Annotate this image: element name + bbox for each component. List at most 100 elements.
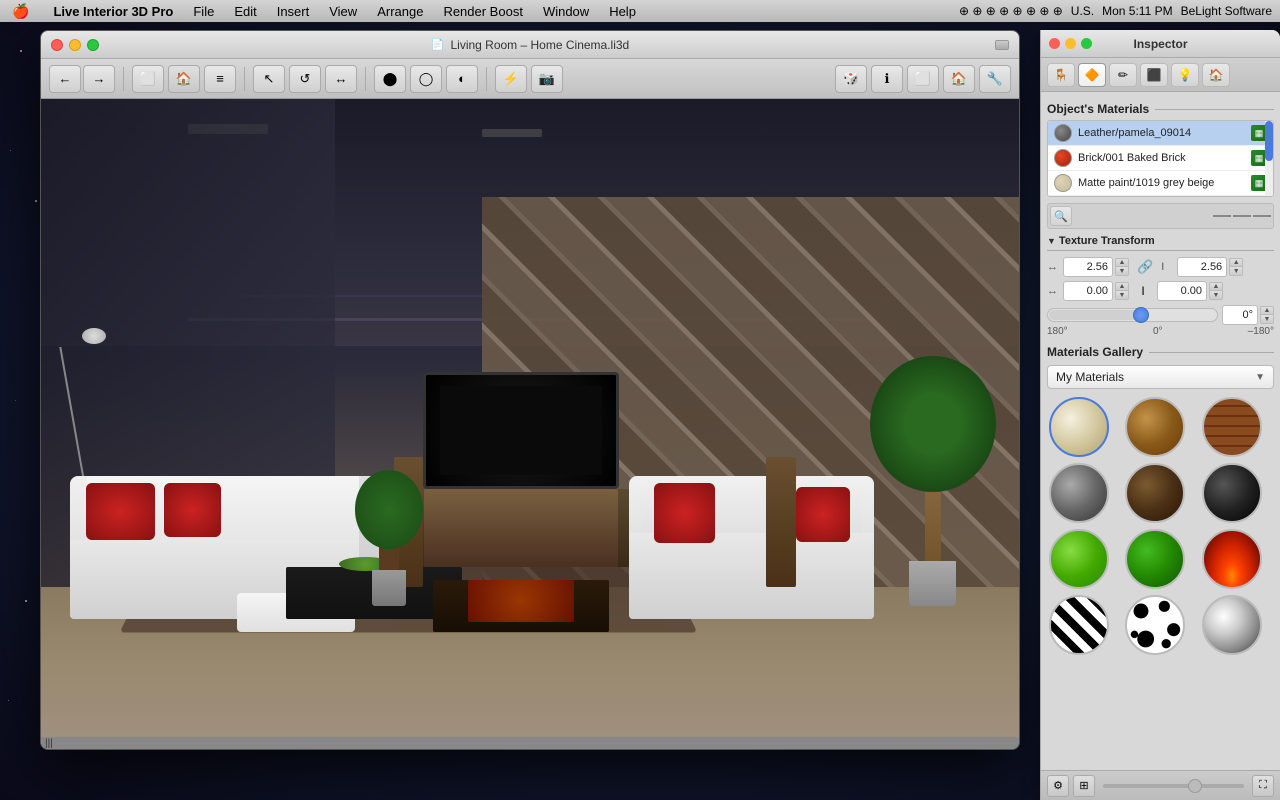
offset-y-increment[interactable]: ▲ bbox=[1209, 282, 1223, 291]
menu-bar: 🍎 Live Interior 3D Pro File Edit Insert … bbox=[0, 0, 1280, 22]
app-name[interactable]: Live Interior 3D Pro bbox=[49, 4, 177, 19]
tab-light[interactable]: 💡 bbox=[1171, 63, 1199, 87]
view-options bbox=[1213, 215, 1271, 217]
top-view-button[interactable]: ⬜ bbox=[907, 65, 939, 93]
angle-slider[interactable] bbox=[1047, 308, 1218, 322]
material-item-1[interactable]: Brick/001 Baked Brick ▦ bbox=[1048, 146, 1273, 171]
angle-decrement[interactable]: ▼ bbox=[1260, 315, 1274, 324]
material-item-2[interactable]: Matte paint/1019 grey beige ▦ bbox=[1048, 171, 1273, 196]
floor-plan-button[interactable]: ⬜ bbox=[132, 65, 164, 93]
width-decrement[interactable]: ▼ bbox=[1115, 267, 1129, 276]
link-icon[interactable]: 🔗 bbox=[1137, 259, 1153, 275]
info-button[interactable]: ℹ bbox=[871, 65, 903, 93]
sphere-fire[interactable] bbox=[1202, 529, 1262, 589]
render-boost-menu[interactable]: Render Boost bbox=[439, 4, 527, 19]
gallery-dropdown[interactable]: My Materials ▼ bbox=[1047, 365, 1274, 389]
file-icon: 📄 bbox=[431, 38, 445, 51]
sphere-zebra[interactable] bbox=[1049, 595, 1109, 655]
offset-x-stepper: ▲ ▼ bbox=[1115, 282, 1129, 300]
arrange-menu[interactable]: Arrange bbox=[373, 4, 427, 19]
settings-button[interactable]: 🔧 bbox=[979, 65, 1011, 93]
height-decrement[interactable]: ▼ bbox=[1229, 267, 1243, 276]
add-material-button[interactable]: ⚙ bbox=[1047, 775, 1069, 797]
sphere-green-bright[interactable] bbox=[1049, 529, 1109, 589]
size-slider-thumb[interactable] bbox=[1188, 779, 1202, 793]
offset-y-field[interactable] bbox=[1157, 281, 1207, 301]
move-tool[interactable]: ↔ bbox=[325, 65, 357, 93]
size-slider[interactable] bbox=[1103, 784, 1244, 788]
inspector-titlebar: Inspector bbox=[1041, 30, 1280, 58]
special-tool[interactable]: ⚡ bbox=[495, 65, 527, 93]
height-increment[interactable]: ▲ bbox=[1229, 258, 1243, 267]
sphere-wood[interactable] bbox=[1125, 397, 1185, 457]
offset-x-field[interactable] bbox=[1063, 281, 1113, 301]
materials-scrollbar[interactable] bbox=[1265, 121, 1273, 196]
inspector-title: Inspector bbox=[1133, 37, 1187, 51]
sphere-dark-wood[interactable] bbox=[1125, 463, 1185, 523]
fullscreen-button[interactable]: ⛶ bbox=[1252, 775, 1274, 797]
close-button[interactable] bbox=[51, 39, 63, 51]
sphere-brick-tex[interactable] bbox=[1202, 397, 1262, 457]
window-resize-handle[interactable] bbox=[995, 40, 1009, 50]
width-icon: ↔ bbox=[1047, 261, 1059, 273]
select-tool[interactable]: ↖ bbox=[253, 65, 285, 93]
offset-y-decrement[interactable]: ▼ bbox=[1209, 291, 1223, 300]
clock: Mon 5:11 PM bbox=[1102, 4, 1172, 18]
inspector-minimize[interactable] bbox=[1065, 38, 1076, 49]
inspector-zoom[interactable] bbox=[1081, 38, 1092, 49]
inspector-close[interactable] bbox=[1049, 38, 1060, 49]
minimize-button[interactable] bbox=[69, 39, 81, 51]
gallery-view-button[interactable]: ⊞ bbox=[1073, 775, 1095, 797]
nav-back-button[interactable]: ← bbox=[49, 65, 81, 93]
camera-button[interactable]: 📷 bbox=[531, 65, 563, 93]
edit-menu[interactable]: Edit bbox=[230, 4, 260, 19]
sphere-metal[interactable] bbox=[1049, 463, 1109, 523]
star-1 bbox=[20, 50, 22, 52]
maximize-button[interactable] bbox=[87, 39, 99, 51]
view-menu[interactable]: View bbox=[325, 4, 361, 19]
collapse-icon[interactable]: ▼ bbox=[1047, 236, 1056, 246]
speaker-right bbox=[766, 457, 795, 587]
tab-material[interactable]: 🔶 bbox=[1078, 63, 1106, 87]
offset-y-stepper: ▲ ▼ bbox=[1209, 282, 1223, 300]
help-menu[interactable]: Help bbox=[605, 4, 640, 19]
texture-height-field[interactable] bbox=[1177, 257, 1227, 277]
half-circle-tool[interactable]: ◐ bbox=[446, 65, 478, 93]
sphere-tool[interactable]: ⬤ bbox=[374, 65, 406, 93]
eyedropper-tool[interactable]: 🔍 bbox=[1050, 206, 1072, 226]
file-menu[interactable]: File bbox=[189, 4, 218, 19]
offset-x-decrement[interactable]: ▼ bbox=[1115, 291, 1129, 300]
angle-thumb[interactable] bbox=[1133, 307, 1149, 323]
texture-width-field[interactable] bbox=[1063, 257, 1113, 277]
insert-menu[interactable]: Insert bbox=[273, 4, 314, 19]
tab-edit[interactable]: ✏ bbox=[1109, 63, 1137, 87]
house-button[interactable]: 🏠 bbox=[943, 65, 975, 93]
rotate-tool[interactable]: ↺ bbox=[289, 65, 321, 93]
rooms-button[interactable]: 🏠 bbox=[168, 65, 200, 93]
sphere-green-dark[interactable] bbox=[1125, 529, 1185, 589]
offset-x-increment[interactable]: ▲ bbox=[1115, 282, 1129, 291]
view-line-2 bbox=[1233, 215, 1251, 217]
angle-increment[interactable]: ▲ bbox=[1260, 306, 1274, 315]
material-item-0[interactable]: Leather/pamela_09014 ▦ bbox=[1048, 121, 1273, 146]
viewport[interactable]: ||| bbox=[41, 99, 1020, 749]
nav-forward-button[interactable]: → bbox=[83, 65, 115, 93]
tab-furniture[interactable]: 🪑 bbox=[1047, 63, 1075, 87]
window-menu[interactable]: Window bbox=[539, 4, 593, 19]
sphere-spots[interactable] bbox=[1125, 595, 1185, 655]
ellipse-tool[interactable]: ◯ bbox=[410, 65, 442, 93]
render-button[interactable]: 🎲 bbox=[835, 65, 867, 93]
sphere-black[interactable] bbox=[1202, 463, 1262, 523]
angle-mid-label: 0° bbox=[1153, 326, 1163, 337]
tab-render[interactable]: ⬛ bbox=[1140, 63, 1168, 87]
angle-field[interactable] bbox=[1222, 305, 1258, 325]
materials-scrollthumb bbox=[1265, 121, 1273, 161]
sphere-chrome[interactable] bbox=[1202, 595, 1262, 655]
furniture-button[interactable]: ≡ bbox=[204, 65, 236, 93]
width-increment[interactable]: ▲ bbox=[1115, 258, 1129, 267]
viewport-scrollbar[interactable]: ||| bbox=[41, 737, 1020, 749]
main-window: 📄 Living Room – Home Cinema.li3d ← → ⬜ 🏠… bbox=[40, 30, 1020, 750]
apple-menu[interactable]: 🍎 bbox=[8, 3, 33, 20]
tab-scene[interactable]: 🏠 bbox=[1202, 63, 1230, 87]
sphere-ivory[interactable] bbox=[1049, 397, 1109, 457]
